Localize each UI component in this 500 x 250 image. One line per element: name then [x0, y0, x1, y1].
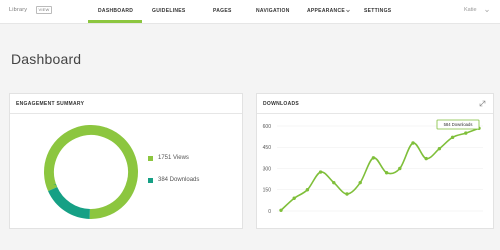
data-point[interactable] — [437, 146, 442, 151]
active-tab-indicator — [88, 20, 142, 23]
data-point[interactable] — [318, 170, 323, 174]
page-title: Dashboard — [11, 51, 82, 67]
y-tick-label: 450 — [263, 145, 272, 151]
panel-title: ENGAGEMENT SUMMARY — [16, 101, 85, 107]
library-label: Library — [9, 7, 28, 13]
data-point[interactable] — [411, 141, 415, 145]
downloads-line-chart: 0 150 300 450 600 584 Downloads — [263, 119, 483, 215]
chevron-down-icon[interactable] — [485, 9, 489, 13]
legend-swatch-downloads — [148, 178, 153, 183]
data-point[interactable] — [358, 180, 362, 185]
data-point[interactable] — [424, 156, 428, 161]
y-tick-label: 300 — [263, 166, 272, 172]
data-point[interactable] — [398, 166, 402, 171]
top-navigation-bar: Library VIEW DASHBOARD GUIDELINES PAGES … — [0, 0, 500, 24]
panel-header: ENGAGEMENT SUMMARY — [10, 94, 242, 114]
downloads-panel: DOWNLOADS 0 150 300 450 600 584 Downloads — [256, 93, 494, 229]
data-point[interactable] — [305, 188, 310, 192]
nav-pages[interactable]: PAGES — [213, 8, 232, 14]
nav-guidelines[interactable]: GUIDELINES — [152, 8, 186, 14]
data-point[interactable] — [450, 135, 455, 140]
tooltip-text: 584 Downloads — [444, 122, 473, 127]
legend-swatch-views — [148, 156, 153, 161]
donut-slice-views — [43, 124, 138, 219]
legend-label-downloads: 384 Downloads — [158, 177, 200, 183]
downloads-series-line — [280, 127, 480, 211]
legend-label-views: 1751 Views — [158, 155, 189, 161]
panel-header: DOWNLOADS — [257, 94, 493, 114]
data-point[interactable] — [464, 131, 468, 135]
y-tick-label: 600 — [263, 124, 272, 130]
nav-navigation[interactable]: NAVIGATION — [256, 8, 290, 14]
data-point[interactable] — [371, 156, 376, 160]
donut-slice-downloads — [43, 124, 138, 219]
data-point[interactable] — [279, 208, 283, 212]
data-point[interactable] — [292, 196, 296, 200]
engagement-summary-panel: ENGAGEMENT SUMMARY 1751 Views 384 Downlo… — [9, 93, 243, 229]
nav-settings[interactable]: SETTINGS — [364, 8, 391, 14]
data-point[interactable] — [384, 171, 389, 175]
y-tick-label: 150 — [263, 188, 272, 194]
data-point[interactable] — [332, 180, 336, 185]
view-badge-button[interactable]: VIEW — [36, 6, 52, 14]
y-tick-label: 0 — [268, 209, 271, 215]
user-menu[interactable]: Katie — [464, 7, 477, 13]
chevron-down-icon[interactable] — [346, 9, 350, 13]
nav-appearance[interactable]: APPEARANCE — [307, 8, 345, 14]
data-point[interactable] — [345, 192, 349, 196]
panel-title: DOWNLOADS — [263, 101, 300, 107]
chart-tooltip: 584 Downloads — [436, 119, 480, 130]
engagement-donut-chart — [43, 124, 138, 219]
expand-icon[interactable] — [479, 100, 486, 107]
nav-dashboard[interactable]: DASHBOARD — [98, 8, 133, 14]
